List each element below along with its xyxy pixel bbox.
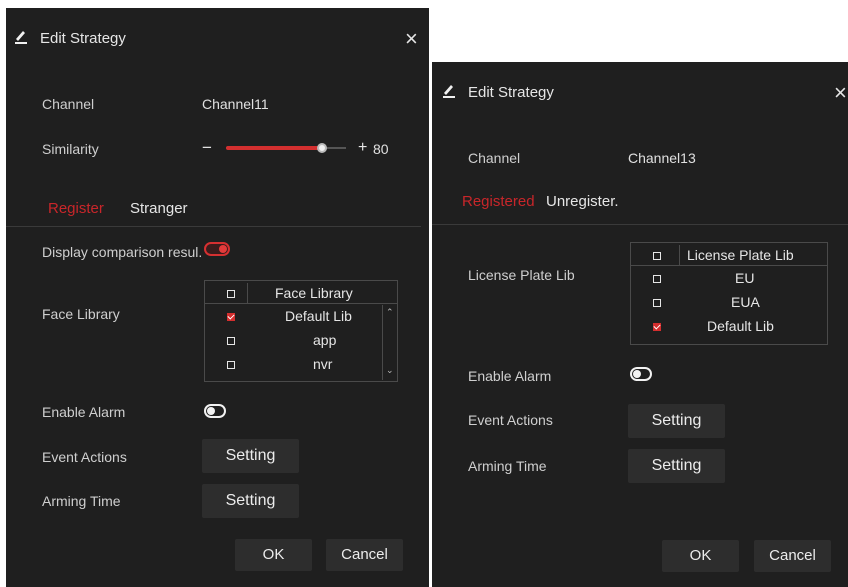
dialog-title-bar: Edit Strategy × [6,8,429,68]
tab-registered[interactable]: Registered [462,193,535,210]
tab-unregister[interactable]: Unregister. [546,193,619,210]
cancel-button[interactable]: Cancel [326,539,403,571]
close-icon[interactable]: × [405,26,418,52]
event-actions-label: Event Actions [42,449,127,465]
row-name: Default Lib [285,308,352,324]
table-header-row: License Plate Lib [631,245,827,266]
similarity-value: 80 [373,141,389,157]
display-comparison-toggle[interactable] [204,242,230,256]
event-actions-setting-button[interactable]: Setting [202,439,299,473]
row-checkbox[interactable] [653,299,661,307]
table-row[interactable]: nvr [205,354,397,374]
ok-button[interactable]: OK [662,540,739,572]
tab-divider [432,224,848,225]
arming-time-setting-button[interactable]: Setting [628,449,725,483]
dialog-title-bar: Edit Strategy × [432,62,848,122]
enable-alarm-label: Enable Alarm [468,368,552,384]
similarity-decrease-button[interactable]: − [202,138,212,158]
table-scrollbar[interactable]: ⌃ ⌄ [382,305,397,380]
column-divider [247,283,248,303]
row-name: EUA [731,294,760,310]
dialog-title: Edit Strategy [40,30,126,47]
cancel-button[interactable]: Cancel [754,540,831,572]
enable-alarm-toggle[interactable] [630,367,652,381]
scroll-up-icon[interactable]: ⌃ [386,307,394,318]
event-actions-label: Event Actions [468,412,553,428]
tab-stranger[interactable]: Stranger [130,200,188,217]
dialog-title: Edit Strategy [468,84,554,101]
row-name: Default Lib [707,318,774,334]
column-divider [679,245,680,265]
channel-value: Channel11 [202,96,269,112]
arming-time-setting-button[interactable]: Setting [202,484,299,518]
arming-time-label: Arming Time [42,493,121,509]
table-row[interactable]: app [205,330,397,350]
table-row[interactable]: EUA [631,292,827,312]
table-header-text: License Plate Lib [687,247,794,263]
row-checkbox[interactable] [653,323,661,331]
table-header-row: Face Library [205,283,397,304]
enable-alarm-toggle[interactable] [204,404,226,418]
arming-time-label: Arming Time [468,458,547,474]
row-checkbox[interactable] [227,337,235,345]
edit-pencil-icon [14,28,28,49]
table-row[interactable]: Default Lib [205,306,397,326]
row-name: EU [735,270,755,286]
event-actions-setting-button[interactable]: Setting [628,404,725,438]
license-plate-label: License Plate Lib [468,267,575,283]
table-row[interactable]: Default Lib [631,316,827,336]
row-checkbox[interactable] [227,361,235,369]
edit-strategy-dialog-plate: Edit Strategy × Channel Channel13 Regist… [432,62,848,587]
row-checkbox[interactable] [653,275,661,283]
select-all-checkbox[interactable] [653,252,661,260]
scroll-down-icon[interactable]: ⌄ [386,365,394,376]
similarity-thumb[interactable] [317,143,327,153]
license-plate-table: License Plate Lib EU EUA Default Lib [630,242,828,345]
similarity-label: Similarity [42,141,99,157]
tab-register[interactable]: Register [48,200,104,217]
edit-strategy-dialog-face: Edit Strategy × Channel Channel11 Simila… [6,8,429,587]
row-name: nvr [313,356,333,372]
channel-label: Channel [468,150,521,166]
row-checkbox[interactable] [227,313,235,321]
close-icon[interactable]: × [834,80,847,106]
table-header-text: Face Library [275,285,353,301]
tab-divider [6,226,421,227]
table-row[interactable]: EU [631,268,827,288]
enable-alarm-label: Enable Alarm [42,404,126,420]
similarity-increase-button[interactable]: + [358,139,367,157]
ok-button[interactable]: OK [235,539,312,571]
channel-label: Channel [42,96,95,112]
similarity-fill [226,146,322,150]
row-name: app [313,332,337,348]
face-library-label: Face Library [42,306,120,322]
face-library-table: Face Library Default Lib app nvr ⌃ ⌄ [204,280,398,382]
edit-pencil-icon [442,82,456,103]
display-comparison-label: Display comparison resul. [42,244,203,260]
channel-value: Channel13 [628,150,696,166]
select-all-checkbox[interactable] [227,290,235,298]
